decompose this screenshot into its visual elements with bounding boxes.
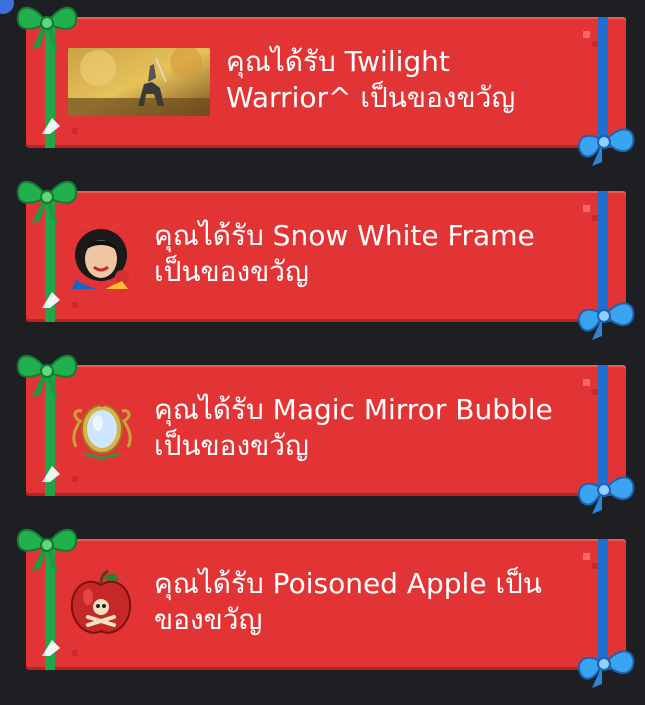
decor-square: [583, 379, 590, 386]
snow-white-avatar-frame: [66, 219, 136, 291]
poisoned-apple-icon: [68, 569, 134, 639]
green-bow-icon: [16, 6, 78, 51]
ribbon-tail-icon: [42, 466, 60, 482]
green-bow-icon: [16, 528, 78, 573]
decor-square: [583, 205, 590, 212]
ribbon-tail-icon: [42, 118, 60, 134]
gift-card[interactable]: คุณได้รับ Twilight Warrior^ เป็นของขวัญ: [16, 6, 635, 166]
decor-square: [592, 41, 598, 47]
decor-square: [592, 215, 598, 221]
decor-square: [583, 553, 590, 560]
gift-message: คุณได้รับ Snow White Frame เป็นของขวัญ: [154, 219, 535, 288]
decor-square: [583, 31, 590, 38]
decor-square: [72, 128, 78, 134]
blue-bow-icon: [577, 302, 635, 340]
blue-bow-icon: [577, 476, 635, 514]
twilight-warrior-image: [68, 48, 210, 116]
gift-card[interactable]: คุณได้รับ Snow White Frame เป็นของขวัญ: [16, 180, 635, 340]
green-bow-icon: [16, 354, 78, 399]
magic-mirror-icon: [68, 395, 136, 465]
gift-message: คุณได้รับ Poisoned Apple เป็น ของขวัญ: [154, 567, 542, 636]
blue-bow-icon: [577, 128, 635, 166]
blue-bow-icon: [577, 650, 635, 688]
decor-square: [72, 650, 78, 656]
gift-card[interactable]: คุณได้รับ Poisoned Apple เป็น ของขวัญ: [16, 528, 635, 688]
decor-square: [592, 563, 598, 569]
decor-square: [592, 389, 598, 395]
ribbon-tail-icon: [42, 292, 60, 308]
gift-message: คุณได้รับ Magic Mirror Bubble เป็นของขวั…: [154, 393, 553, 462]
decor-square: [72, 302, 78, 308]
gift-card[interactable]: คุณได้รับ Magic Mirror Bubble เป็นของขวั…: [16, 354, 635, 514]
ribbon-tail-icon: [42, 640, 60, 656]
decor-square: [72, 476, 78, 482]
gift-message: คุณได้รับ Twilight Warrior^ เป็นของขวัญ: [226, 45, 516, 114]
